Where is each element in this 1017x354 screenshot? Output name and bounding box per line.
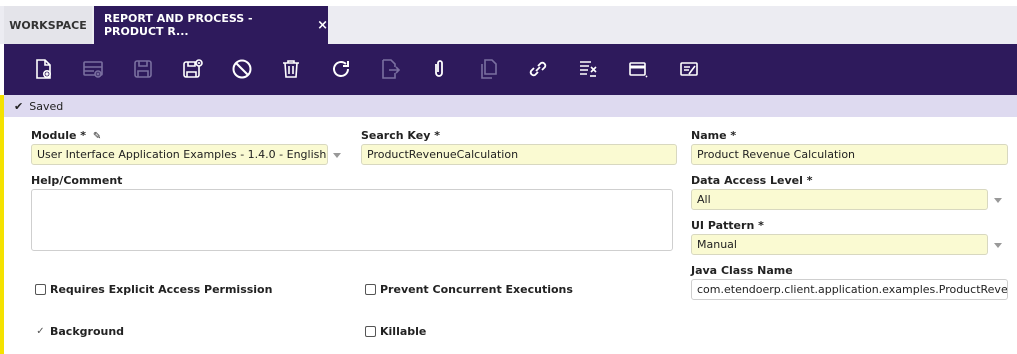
refresh-icon[interactable] [328, 56, 354, 82]
requires-explicit-access-checkbox[interactable] [35, 284, 46, 295]
background-checkbox-row[interactable]: ✓ Background [35, 325, 124, 338]
save-icon[interactable] [130, 56, 156, 82]
check-icon: ✔ [14, 99, 24, 113]
data-access-level-value: All [697, 193, 711, 206]
requires-explicit-access-checkbox-row[interactable]: Requires Explicit Access Permission [35, 283, 272, 296]
export-icon[interactable] [377, 56, 403, 82]
module-label-text: Module * [31, 129, 87, 142]
form-view-icon[interactable] [625, 56, 651, 82]
module-value: User Interface Application Examples - 1.… [37, 148, 327, 161]
tab-active-label: REPORT AND PROCESS - PRODUCT R... [104, 12, 253, 38]
search-key-input[interactable]: ProductRevenueCalculation [361, 144, 677, 165]
ui-pattern-dropdown-icon[interactable] [994, 243, 1002, 248]
module-label: Module * ✎ [31, 129, 101, 142]
background-label: Background [50, 325, 125, 338]
tab-report-and-process[interactable]: REPORT AND PROCESS - PRODUCT R... × [94, 6, 328, 44]
cancel-icon[interactable] [229, 56, 255, 82]
save-close-icon[interactable] [180, 56, 206, 82]
help-comment-label: Help/Comment [31, 174, 123, 187]
tab-bar: WORKSPACE REPORT AND PROCESS - PRODUCT R… [0, 0, 1017, 44]
killable-label: Killable [380, 325, 427, 338]
ui-pattern-value: Manual [697, 238, 737, 251]
audit-trail-icon[interactable] [575, 56, 601, 82]
edit-pencil-icon[interactable]: ✎ [93, 131, 101, 142]
search-key-label: Search Key * [361, 129, 440, 142]
java-class-name-input[interactable]: com.etendoerp.client.application.example… [691, 279, 1008, 300]
ui-pattern-select[interactable]: Manual [691, 234, 988, 255]
status-bar: ✔ Saved [4, 95, 1017, 117]
name-input[interactable]: Product Revenue Calculation [691, 144, 1008, 165]
status-text: Saved [29, 99, 64, 113]
killable-checkbox[interactable] [365, 326, 376, 337]
delete-icon[interactable] [278, 56, 304, 82]
background-checkbox[interactable]: ✓ [35, 326, 46, 337]
search-key-value: ProductRevenueCalculation [367, 148, 519, 161]
ui-pattern-label: UI Pattern * [691, 219, 764, 232]
tab-workspace[interactable]: WORKSPACE [4, 6, 92, 44]
link-icon[interactable] [525, 56, 551, 82]
prevent-concurrent-checkbox-row[interactable]: Prevent Concurrent Executions [365, 283, 573, 296]
tab-workspace-label: WORKSPACE [9, 18, 87, 32]
notes-icon[interactable] [676, 56, 702, 82]
module-dropdown-icon[interactable] [333, 153, 341, 158]
prevent-concurrent-checkbox[interactable] [365, 284, 376, 295]
attachment-icon[interactable] [426, 56, 452, 82]
module-select[interactable]: User Interface Application Examples - 1.… [31, 144, 328, 165]
java-class-name-label: Java Class Name [691, 264, 793, 277]
toolbar [4, 44, 1017, 95]
left-accent-bar [0, 95, 4, 354]
data-access-level-label: Data Access Level * [691, 174, 813, 187]
clone-icon[interactable] [476, 56, 502, 82]
prevent-concurrent-label: Prevent Concurrent Executions [380, 283, 573, 296]
help-comment-textarea[interactable] [31, 189, 673, 251]
name-value: Product Revenue Calculation [697, 148, 856, 161]
grid-add-icon[interactable] [80, 56, 106, 82]
new-document-icon[interactable] [30, 56, 56, 82]
name-label: Name * [691, 129, 737, 142]
data-access-level-select[interactable]: All [691, 189, 988, 210]
close-tab-icon[interactable]: × [317, 18, 328, 33]
java-class-name-value: com.etendoerp.client.application.example… [697, 283, 1008, 296]
killable-checkbox-row[interactable]: Killable [365, 325, 426, 338]
requires-explicit-access-label: Requires Explicit Access Permission [50, 283, 273, 296]
data-access-level-dropdown-icon[interactable] [994, 198, 1002, 203]
